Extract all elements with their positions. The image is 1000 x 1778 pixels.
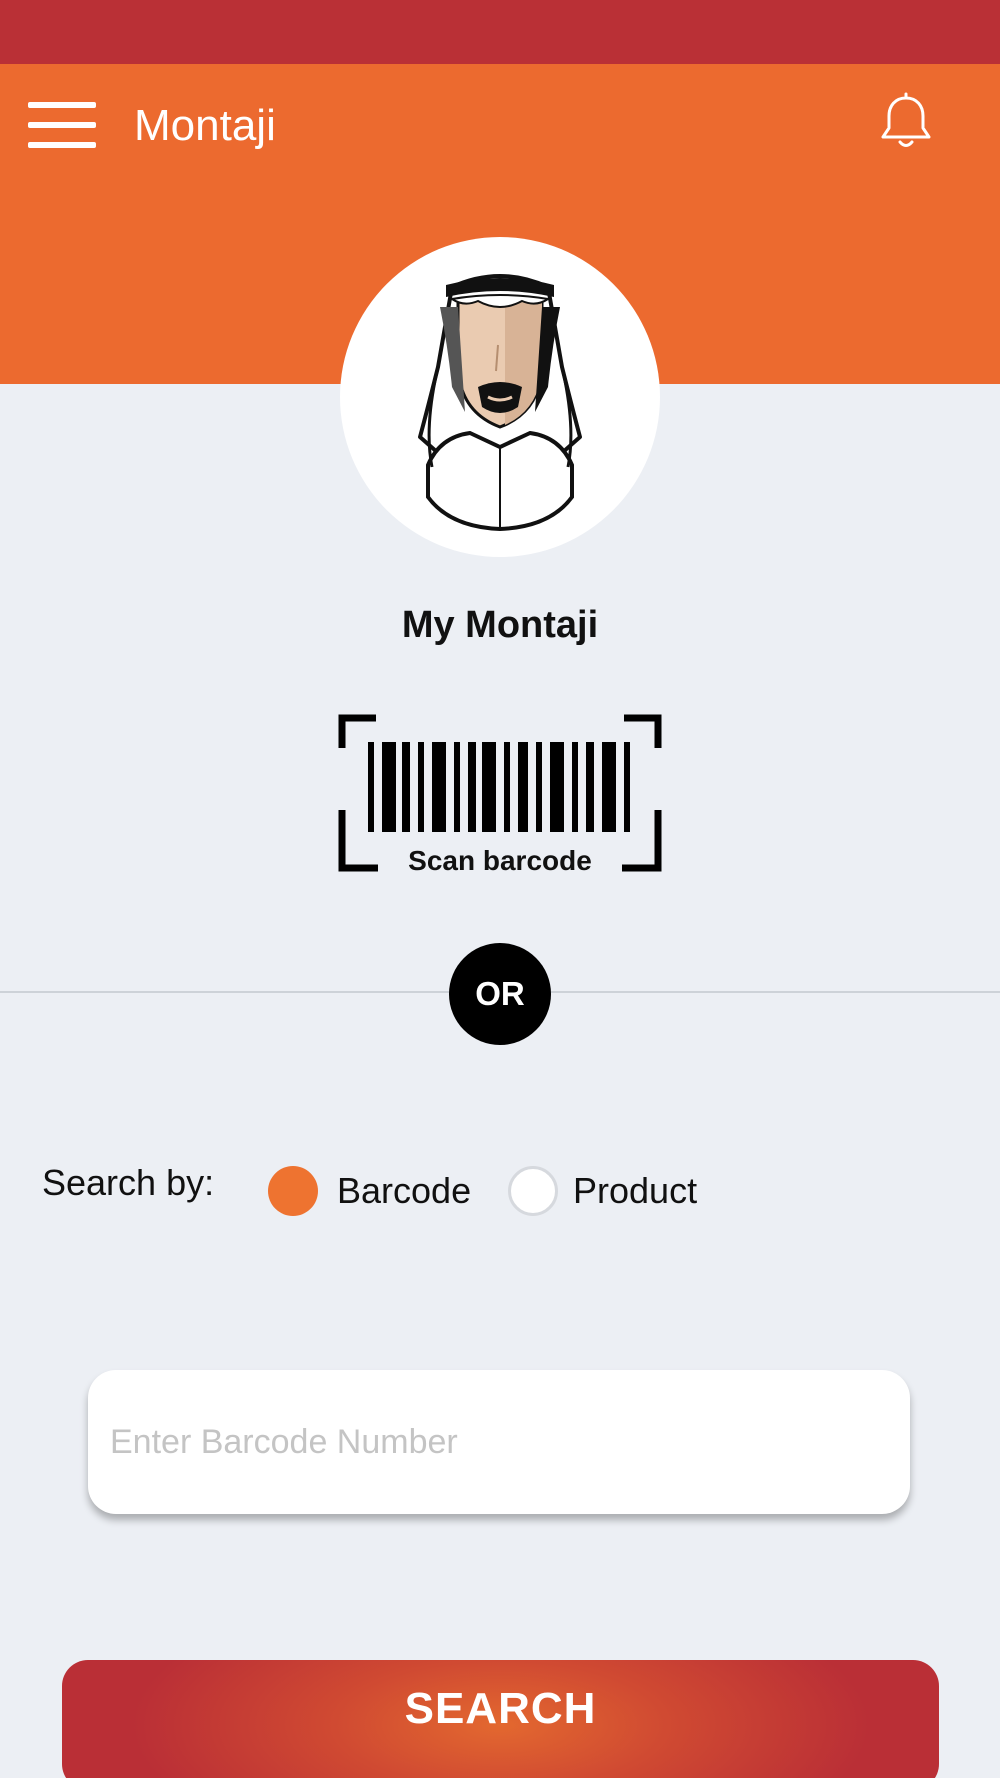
search-button[interactable]: SEARCH — [62, 1660, 939, 1778]
barcode-scan-icon — [338, 714, 662, 864]
app-title: Montaji — [134, 101, 276, 150]
or-badge: OR — [449, 943, 551, 1045]
user-avatar — [340, 237, 660, 557]
radio-barcode[interactable] — [268, 1166, 318, 1216]
barcode-number-input[interactable] — [88, 1370, 910, 1514]
search-by-label: Search by: — [42, 1162, 215, 1203]
radio-product-label[interactable]: Product — [573, 1170, 697, 1212]
radio-product[interactable] — [508, 1166, 558, 1216]
scan-barcode-label: Scan barcode — [408, 845, 592, 876]
status-bar — [0, 0, 1000, 64]
bell-icon[interactable] — [878, 92, 934, 152]
profile-name: My Montaji — [401, 604, 599, 646]
hamburger-menu-icon[interactable] — [28, 100, 96, 150]
scan-barcode-button[interactable]: Scan barcode — [338, 714, 662, 876]
radio-barcode-label[interactable]: Barcode — [337, 1170, 471, 1212]
